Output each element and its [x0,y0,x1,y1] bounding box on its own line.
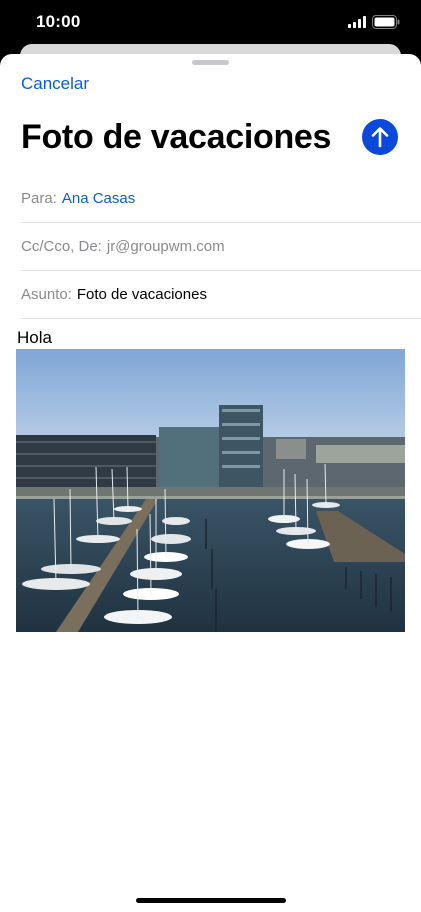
message-body-text[interactable]: Hola [17,328,52,348]
signal-icon [348,16,366,28]
arrow-up-icon [371,127,389,148]
send-button[interactable] [362,119,398,155]
device-notch [108,0,314,30]
to-field[interactable]: Para: Ana Casas [21,174,421,223]
harbor-photo-image [16,349,405,632]
cc-bcc-from-field[interactable]: Cc/Cco, De: jr@groupwm.com [21,222,421,271]
to-recipient[interactable]: Ana Casas [62,190,135,207]
subject-input[interactable]: Foto de vacaciones [77,286,207,303]
battery-icon [372,15,400,29]
home-indicator[interactable] [136,898,286,903]
cc-label: Cc/Cco, De: [21,238,102,255]
from-address[interactable]: jr@groupwm.com [107,238,225,255]
status-bar: 10:00 [0,0,421,44]
compose-sheet: Cancelar Foto de vacaciones Para: Ana Cas… [0,54,421,912]
compose-title: Foto de vacaciones [21,118,332,156]
cancel-button[interactable]: Cancelar [21,74,89,94]
subject-label: Asunto: [21,286,72,303]
subject-field[interactable]: Asunto: Foto de vacaciones [21,270,421,319]
status-time: 10:00 [36,12,81,31]
to-label: Para: [21,190,57,207]
harbor-photo[interactable] [16,349,405,632]
sheet-grabber[interactable] [192,60,229,65]
